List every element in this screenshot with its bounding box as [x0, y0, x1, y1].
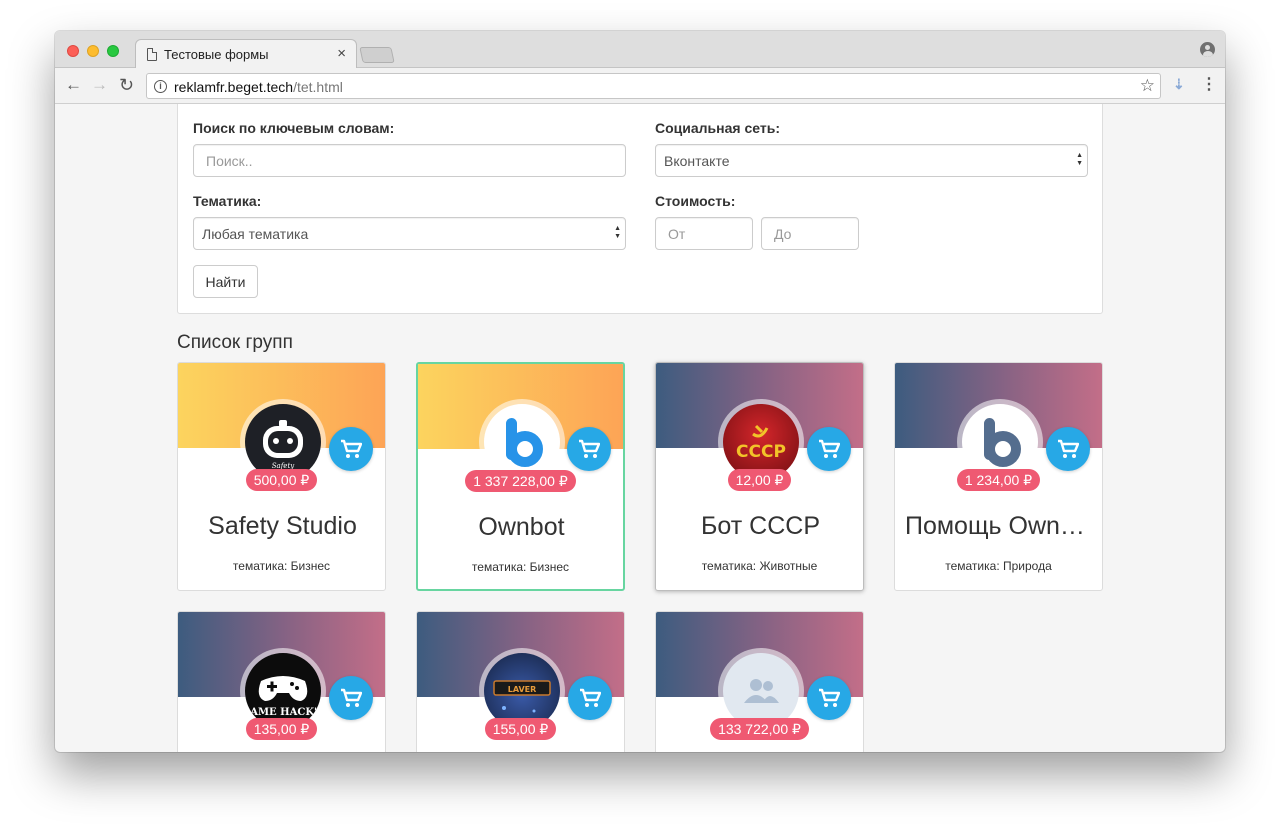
topic-label: Тематика: [193, 193, 262, 209]
back-arrow-icon[interactable]: ← [65, 76, 82, 94]
tab-title: Тестовые формы [164, 47, 269, 62]
bookmark-star-icon[interactable]: ☆ [1140, 76, 1155, 96]
select-arrows-icon: ▲ ▼ [1076, 152, 1083, 167]
group-card[interactable]: GAME HACK'S 135,00 ₽ [177, 611, 386, 752]
group-name: Ownbot [478, 513, 565, 541]
price-label: Стоимость: [655, 193, 736, 209]
group-name: Бот СССР [701, 512, 820, 540]
price-badge: 12,00 ₽ [656, 469, 863, 491]
browser-tab[interactable]: Тестовые формы × [135, 39, 357, 69]
reload-icon[interactable]: ↻ [119, 76, 134, 94]
add-to-cart-button[interactable] [807, 676, 851, 720]
page-content: Поиск по ключевым словам: Поиск.. Социал… [55, 104, 1225, 752]
download-arrow-icon[interactable]: ⇣ [1173, 76, 1185, 93]
social-network-label: Социальная сеть: [655, 120, 780, 136]
keywords-label: Поиск по ключевым словам: [193, 120, 395, 136]
add-to-cart-button[interactable] [329, 676, 373, 720]
keywords-input[interactable]: Поиск.. [193, 144, 626, 177]
add-to-cart-button[interactable] [1046, 427, 1090, 471]
minimize-window-button[interactable] [87, 45, 99, 57]
price-badge: 1 234,00 ₽ [895, 469, 1102, 491]
add-to-cart-button[interactable] [568, 676, 612, 720]
group-name: Safety Studio [208, 512, 357, 540]
group-topic: тематика: Бизнес [232, 559, 331, 573]
topic-select[interactable]: Любая тематика ▲ ▼ [193, 217, 626, 250]
price-to-input[interactable]: До [761, 217, 859, 250]
price-badge: 135,00 ₽ [178, 718, 385, 740]
address-bar[interactable]: i reklamfr.beget.tech/tet.html ☆ [146, 73, 1161, 99]
group-topic: тематика: Животные [701, 559, 818, 573]
group-list-title: Список групп [177, 332, 293, 353]
cart-icon [1058, 439, 1079, 458]
filter-panel: Поиск по ключевым словам: Поиск.. Социал… [177, 104, 1103, 314]
cart-icon [579, 439, 600, 458]
price-from-input[interactable]: От [655, 217, 753, 250]
social-network-select[interactable]: Вконтакте ▲ ▼ [655, 144, 1088, 177]
more-menu-icon[interactable]: ⋮ [1201, 76, 1217, 94]
svg-text:СССР: СССР [736, 442, 786, 462]
group-card[interactable]: Safety 500,00 ₽ Safety Studio тематика: … [177, 362, 386, 591]
price-badge: 133 722,00 ₽ [656, 718, 863, 740]
price-badge: 1 337 228,00 ₽ [418, 470, 623, 492]
cart-icon [341, 688, 362, 707]
group-card[interactable]: 1 234,00 ₽ Помощь Ownbot тематика: Приро… [894, 362, 1103, 591]
tab-close-icon[interactable]: × [337, 45, 346, 62]
cart-icon [819, 439, 840, 458]
maximize-window-button[interactable] [107, 45, 119, 57]
profile-icon[interactable] [1200, 42, 1215, 57]
find-button[interactable]: Найти [193, 265, 258, 298]
browser-toolbar: ← → ↻ i reklamfr.beget.tech/tet.html ☆ ⇣… [55, 68, 1225, 104]
group-card[interactable]: LAVER 155,00 ₽ [416, 611, 625, 752]
select-arrows-icon: ▲ ▼ [614, 225, 621, 240]
group-topic: тематика: Бизнес [471, 560, 570, 574]
browser-window: Тестовые формы × ← → ↻ i reklamfr.beget.… [55, 31, 1225, 752]
group-card[interactable]: 133 722,00 ₽ [655, 611, 864, 752]
cart-icon [341, 439, 362, 458]
ownbot-logo-icon [484, 404, 560, 480]
group-card[interactable]: 1 337 228,00 ₽ Ownbot тематика: Бизнес [416, 362, 625, 591]
cart-icon [819, 688, 840, 707]
svg-text:LAVER: LAVER [508, 685, 537, 694]
add-to-cart-button[interactable] [567, 427, 611, 471]
document-icon [147, 48, 157, 61]
add-to-cart-button[interactable] [807, 427, 851, 471]
cart-icon [580, 688, 601, 707]
info-icon[interactable]: i [154, 80, 167, 93]
title-bar: Тестовые формы × [55, 31, 1225, 69]
group-topic: тематика: Природа [945, 559, 1052, 573]
url-text: reklamfr.beget.tech/tet.html [174, 79, 343, 95]
add-to-cart-button[interactable] [329, 427, 373, 471]
price-badge: 155,00 ₽ [417, 718, 624, 740]
price-badge: 500,00 ₽ [178, 469, 385, 491]
group-card[interactable]: СССР 12,00 ₽ Бот СССР тематика: Животные [655, 362, 864, 591]
close-window-button[interactable] [67, 45, 79, 57]
forward-arrow-icon[interactable]: → [91, 76, 108, 94]
new-tab-button[interactable] [359, 47, 395, 63]
group-name: Помощь Ownbot [905, 512, 1094, 540]
svg-text:GAME HACK'S: GAME HACK'S [245, 707, 321, 718]
